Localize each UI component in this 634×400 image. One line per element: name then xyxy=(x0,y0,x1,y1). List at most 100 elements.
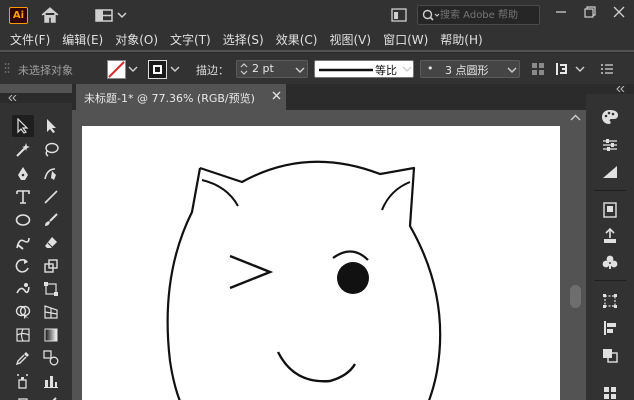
lasso-tool[interactable] xyxy=(40,139,62,161)
panel-menu-icon[interactable] xyxy=(600,62,614,76)
artboard[interactable] xyxy=(82,126,560,400)
curvature-tool[interactable] xyxy=(40,163,62,185)
chevron-down-icon[interactable] xyxy=(170,65,180,73)
canvas-area[interactable] xyxy=(72,110,566,400)
app-logo: Ai xyxy=(9,7,28,24)
brush-label: 3 点圆形 xyxy=(445,64,489,77)
stroke-weight-field[interactable]: 2 pt xyxy=(236,60,308,78)
chevron-down-icon xyxy=(295,67,305,73)
menu-object[interactable]: 对象(O) xyxy=(109,30,164,50)
perspective-grid-tool[interactable] xyxy=(40,301,62,323)
type-tool-icon xyxy=(16,190,30,204)
symbol-sprayer-tool[interactable] xyxy=(12,370,34,392)
fill-none-swatch[interactable] xyxy=(107,60,126,79)
eyedropper-tool[interactable] xyxy=(12,347,34,369)
swatches-panel-button[interactable] xyxy=(595,382,625,400)
type-tool[interactable] xyxy=(12,186,34,208)
properties-sliders-icon xyxy=(603,139,617,151)
tools-panel-header xyxy=(0,93,72,103)
selection-tool[interactable] xyxy=(12,115,34,137)
scroll-up-icon[interactable] xyxy=(570,114,581,122)
line-tool[interactable] xyxy=(40,186,62,208)
menu-window[interactable]: 窗口(W) xyxy=(377,30,434,50)
help-search-box[interactable] xyxy=(417,5,540,25)
paintbrush-icon xyxy=(45,213,58,226)
gradient-tool[interactable] xyxy=(40,324,62,346)
home-icon[interactable] xyxy=(40,6,60,24)
gradient-panel-icon xyxy=(603,166,617,178)
brush-definition-dropdown[interactable]: • 3 点圆形 xyxy=(420,60,520,78)
color-panel-button[interactable] xyxy=(595,106,625,128)
document-tab[interactable]: 未标题-1* @ 77.36% (RGB/预览) xyxy=(76,84,286,110)
transform-panel-button[interactable] xyxy=(595,290,625,312)
magic-wand-tool[interactable] xyxy=(12,139,34,161)
grip-icon[interactable] xyxy=(4,61,10,77)
column-graph-tool[interactable] xyxy=(40,370,62,392)
close-tab-button[interactable] xyxy=(272,89,281,103)
chevron-down-icon[interactable] xyxy=(128,65,138,73)
pen-tool[interactable] xyxy=(12,163,34,185)
free-transform-tool[interactable] xyxy=(40,278,62,300)
ellipse-tool[interactable] xyxy=(12,209,34,231)
menu-effect[interactable]: 效果(C) xyxy=(270,30,324,50)
warp-tool[interactable] xyxy=(12,278,34,300)
chevron-down-icon[interactable] xyxy=(402,65,412,73)
rotate-tool[interactable] xyxy=(12,255,34,277)
lasso-icon xyxy=(45,142,59,157)
menu-help[interactable]: 帮助(H) xyxy=(434,30,488,50)
close-window-button[interactable] xyxy=(604,0,634,30)
align-panel-icon[interactable] xyxy=(554,61,572,77)
profile-label: 等比 xyxy=(375,64,397,77)
restore-button[interactable] xyxy=(575,0,605,30)
control-bar: 未选择对象 描边： 2 pt 等比 • 3 点圆形 xyxy=(0,52,634,84)
properties-panel-button[interactable] xyxy=(595,134,625,156)
pen-tool-icon xyxy=(18,167,28,180)
shape-builder-tool[interactable] xyxy=(12,301,34,323)
eyedropper-icon xyxy=(15,352,29,366)
curvature-tool-icon xyxy=(44,168,56,180)
close-icon xyxy=(613,6,625,18)
artboard-tool-icon xyxy=(18,398,28,400)
artboards-panel-button[interactable] xyxy=(595,199,625,221)
arrange-documents-icon[interactable] xyxy=(390,6,408,24)
mesh-tool[interactable] xyxy=(12,324,34,346)
paintbrush-tool[interactable] xyxy=(40,209,62,231)
artboard-tool[interactable] xyxy=(12,392,34,400)
scrollbar-thumb[interactable] xyxy=(570,285,581,308)
eraser-tool[interactable] xyxy=(40,232,62,254)
workspace-layout-icon[interactable] xyxy=(94,6,114,24)
menu-view[interactable]: 视图(V) xyxy=(323,30,377,50)
variable-width-profile[interactable]: 等比 xyxy=(314,60,414,78)
minimize-button[interactable] xyxy=(546,0,576,30)
align-panel-button[interactable] xyxy=(595,317,625,339)
pathfinder-panel-button[interactable] xyxy=(595,344,625,366)
menu-select[interactable]: 选择(S) xyxy=(217,30,270,50)
collapse-panel-icon[interactable] xyxy=(8,95,18,101)
chevron-down-icon[interactable] xyxy=(575,65,585,73)
menu-file[interactable]: 文件(F) xyxy=(4,30,56,50)
chevron-down-icon[interactable] xyxy=(117,6,127,24)
stroke-profile-line xyxy=(319,68,373,72)
scale-tool-icon xyxy=(44,259,58,273)
gradient-panel-button[interactable] xyxy=(595,161,625,183)
rotate-tool-icon xyxy=(15,259,29,273)
collapse-panel-icon[interactable] xyxy=(616,86,626,92)
ellipse-tool-icon xyxy=(15,214,31,226)
export-panel-button[interactable] xyxy=(595,225,625,247)
help-search-input[interactable] xyxy=(440,7,536,23)
transform-icon xyxy=(603,294,617,308)
shaper-tool[interactable] xyxy=(12,232,34,254)
scale-tool[interactable] xyxy=(40,255,62,277)
recolor-grid-icon[interactable] xyxy=(530,61,546,77)
symbols-panel-button[interactable] xyxy=(595,251,625,273)
perspective-grid-icon xyxy=(44,305,58,319)
vertical-scrollbar[interactable] xyxy=(566,110,586,400)
slice-tool[interactable] xyxy=(40,392,62,400)
menu-type[interactable]: 文字(T) xyxy=(164,30,217,50)
cat-face-drawing[interactable] xyxy=(82,126,560,400)
stepper-icon[interactable] xyxy=(240,62,248,76)
direct-selection-tool[interactable] xyxy=(40,115,62,137)
menu-edit[interactable]: 编辑(E) xyxy=(56,30,109,50)
blend-tool[interactable] xyxy=(40,347,62,369)
stroke-color-swatch[interactable] xyxy=(148,60,167,79)
